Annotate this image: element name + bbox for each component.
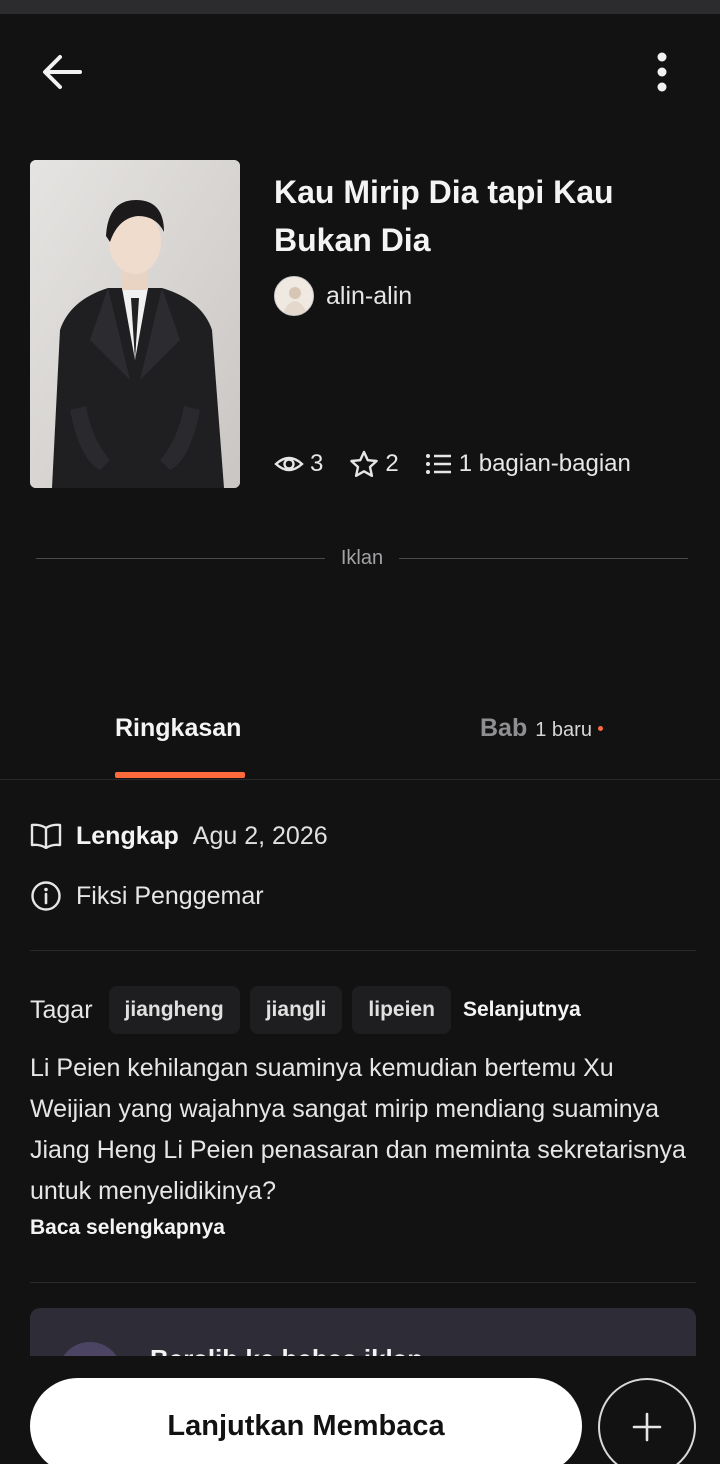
tag-chip[interactable]: jiangheng <box>108 986 240 1034</box>
tab-summary[interactable]: Ringkasan <box>115 714 241 743</box>
tab-chapters[interactable]: Bab 1 baru <box>480 714 603 743</box>
parts-count: 1 bagian-bagian <box>458 450 631 477</box>
back-button[interactable] <box>30 40 94 104</box>
section-divider <box>30 950 696 951</box>
tab-active-indicator <box>115 772 245 778</box>
tab-chapters-label: Bab <box>480 714 528 742</box>
add-to-library-button[interactable] <box>598 1378 696 1464</box>
views-count: 3 <box>310 450 324 477</box>
book-open-icon <box>30 823 62 849</box>
ad-free-promo-card[interactable]: Beralih ke bebas iklan <box>30 1308 696 1356</box>
genre-info: Fiksi Penggemar <box>30 874 264 918</box>
tab-bar: Ringkasan Bab 1 baru <box>0 700 720 780</box>
list-icon <box>425 454 451 474</box>
ad-line-right <box>399 557 688 559</box>
arrow-left-icon <box>43 55 82 89</box>
completion-status: Lengkap Agu 2, 2026 <box>30 814 328 858</box>
votes-stat: 2 <box>349 450 399 478</box>
more-vertical-icon <box>657 52 667 92</box>
author-link[interactable]: alin-alin <box>274 274 412 318</box>
tag-chip[interactable]: jiangli <box>249 986 343 1034</box>
tag-chip[interactable]: lipeien <box>352 986 451 1034</box>
author-name: alin-alin <box>326 281 413 310</box>
story-title: Kau Mirip Dia tapi Kau Bukan Dia <box>274 174 614 258</box>
ad-line-left <box>36 557 325 559</box>
views-stat: 3 <box>274 450 323 478</box>
ad-separator: Iklan <box>36 540 688 576</box>
promo-icon <box>58 1342 122 1356</box>
read-more-link[interactable]: Baca selengkapnya <box>30 1216 225 1240</box>
author-avatar <box>274 276 314 316</box>
tags-label: Tagar <box>30 995 93 1024</box>
status-bar <box>0 0 720 14</box>
promo-text: Beralih ke bebas iklan <box>150 1344 423 1356</box>
more-options-button[interactable] <box>630 40 694 104</box>
eye-icon <box>274 456 304 472</box>
new-indicator-dot <box>597 726 603 731</box>
info-icon <box>31 881 61 911</box>
section-divider <box>30 1282 696 1283</box>
new-chapters-badge: 1 baru <box>535 719 592 741</box>
continue-reading-button[interactable]: Lanjutkan Membaca <box>30 1378 582 1464</box>
tags-row: Tagar jiangheng jiangli lipeien Selanjut… <box>30 986 581 1034</box>
votes-count: 2 <box>385 450 399 477</box>
plus-icon <box>632 1412 662 1442</box>
story-stats: 3 2 1 bagian-bagian <box>274 444 657 484</box>
star-icon <box>350 450 379 477</box>
status-date: Agu 2, 2026 <box>192 821 328 850</box>
parts-stat: 1 bagian-bagian <box>425 450 631 478</box>
tags-more-link[interactable]: Selanjutnya <box>463 998 581 1022</box>
story-synopsis: Li Peien kehilangan suaminya kemudian be… <box>30 1054 686 1205</box>
ad-label: Iklan <box>340 546 384 569</box>
genre-label: Fiksi Penggemar <box>76 881 264 910</box>
status-label: Lengkap <box>76 821 179 850</box>
story-cover-image[interactable] <box>30 160 240 488</box>
